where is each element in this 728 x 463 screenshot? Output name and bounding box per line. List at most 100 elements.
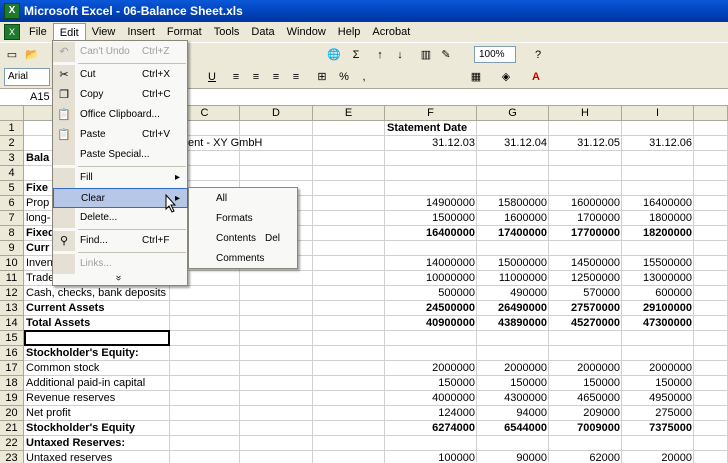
cell-value-row-19[interactable]: 4000000 xyxy=(385,391,477,406)
row-header-22[interactable]: 22 xyxy=(0,436,24,451)
column-header-h[interactable]: H xyxy=(549,106,622,121)
clear-all[interactable]: All xyxy=(189,189,297,209)
cell-value-row-13[interactable]: 29100000 xyxy=(622,301,694,316)
cell-value-row-21[interactable]: 7009000 xyxy=(549,421,622,436)
cell-label-row-17[interactable]: Common stock xyxy=(24,361,170,376)
menu-paste-special[interactable]: Paste Special... xyxy=(53,145,188,165)
underline-icon[interactable]: U xyxy=(204,69,220,85)
row-header-21[interactable]: 21 xyxy=(0,421,24,436)
menu-copy[interactable]: ❐ Copy Ctrl+C xyxy=(53,85,188,105)
workbook-icon[interactable]: X xyxy=(4,24,20,40)
cell-value-row-14[interactable]: 45270000 xyxy=(549,316,622,331)
menu-find[interactable]: ⚲ Find... Ctrl+F xyxy=(53,231,188,251)
menu-acrobat[interactable]: Acrobat xyxy=(366,23,416,41)
row-header-13[interactable]: 13 xyxy=(0,301,24,316)
cell-company[interactable]: ent - XY GmbH xyxy=(186,136,316,151)
cell-label-row-18[interactable]: Additional paid-in capital xyxy=(24,376,170,391)
cell-value-row-6[interactable]: 15800000 xyxy=(477,196,549,211)
cell-value-row-7[interactable]: 1800000 xyxy=(622,211,694,226)
cell-label-row-12[interactable]: Cash, checks, bank deposits xyxy=(24,286,170,301)
row-header-19[interactable]: 19 xyxy=(0,391,24,406)
percent-style-icon[interactable]: % xyxy=(336,69,352,85)
cell-value-row-12[interactable]: 570000 xyxy=(549,286,622,301)
cell-label-row-19[interactable]: Revenue reserves xyxy=(24,391,170,406)
cell-value-row-11[interactable]: 10000000 xyxy=(385,271,477,286)
active-cell-a15[interactable] xyxy=(24,330,170,346)
menu-office-clipboard[interactable]: 📋 Office Clipboard... xyxy=(53,105,188,125)
align-center-icon[interactable]: ≡ xyxy=(248,69,264,85)
chart-wizard-icon[interactable]: ▥ xyxy=(418,47,434,63)
cell-value-row-20[interactable]: 275000 xyxy=(622,406,694,421)
row-header-5[interactable]: 5 xyxy=(0,181,24,196)
cell-label-row-14[interactable]: Total Assets xyxy=(24,316,170,331)
cell-statement-date[interactable]: Statement Date xyxy=(385,121,477,136)
row-header-14[interactable]: 14 xyxy=(0,316,24,331)
menu-paste[interactable]: 📋 Paste Ctrl+V xyxy=(53,125,188,145)
cell-value-row-8[interactable]: 16400000 xyxy=(385,226,477,241)
cell-value-row-13[interactable]: 24500000 xyxy=(385,301,477,316)
menu-insert[interactable]: Insert xyxy=(121,23,161,41)
merge-center-icon[interactable]: ⊞ xyxy=(314,69,330,85)
cell-label-row-23[interactable]: Untaxed reserves xyxy=(24,451,170,463)
row-header-23[interactable]: 23 xyxy=(0,451,24,463)
cell-value-row-2[interactable]: 31.12.06 xyxy=(622,136,694,151)
row-header-8[interactable]: 8 xyxy=(0,226,24,241)
column-header-d[interactable]: D xyxy=(240,106,313,121)
menu-format[interactable]: Format xyxy=(161,23,208,41)
clear-formats[interactable]: Formats xyxy=(189,209,297,229)
drawing-icon[interactable]: ✎ xyxy=(438,47,454,63)
row-header-10[interactable]: 10 xyxy=(0,256,24,271)
column-header-e[interactable]: E xyxy=(313,106,385,121)
cell-label-row-21[interactable]: Stockholder's Equity xyxy=(24,421,170,436)
column-header-f[interactable]: F xyxy=(385,106,477,121)
cell-value-row-20[interactable]: 124000 xyxy=(385,406,477,421)
name-box[interactable]: A15 xyxy=(0,89,52,106)
cell-value-row-20[interactable]: 209000 xyxy=(549,406,622,421)
column-header-j[interactable] xyxy=(694,106,728,121)
borders-icon[interactable]: ▦ xyxy=(468,69,484,85)
cell-value-row-21[interactable]: 7375000 xyxy=(622,421,694,436)
cell-value-row-17[interactable]: 2000000 xyxy=(549,361,622,376)
row-header-6[interactable]: 6 xyxy=(0,196,24,211)
cell-value-row-23[interactable]: 20000 xyxy=(622,451,694,463)
cell-value-row-2[interactable]: 31.12.05 xyxy=(549,136,622,151)
zoom-select[interactable]: 100% xyxy=(474,46,516,63)
cell-label-row-22[interactable]: Untaxed Reserves: xyxy=(24,436,170,451)
row-header-7[interactable]: 7 xyxy=(0,211,24,226)
cell-value-row-21[interactable]: 6274000 xyxy=(385,421,477,436)
cell-value-row-12[interactable]: 600000 xyxy=(622,286,694,301)
cell-value-row-17[interactable]: 2000000 xyxy=(622,361,694,376)
row-header-18[interactable]: 18 xyxy=(0,376,24,391)
cell-value-row-7[interactable]: 1700000 xyxy=(549,211,622,226)
row-header-11[interactable]: 11 xyxy=(0,271,24,286)
cell-value-row-11[interactable]: 11000000 xyxy=(477,271,549,286)
cell-label-row-16[interactable]: Stockholder's Equity: xyxy=(24,346,170,361)
font-name-select[interactable]: Arial xyxy=(4,68,50,86)
menu-fill[interactable]: Fill ▸ xyxy=(53,168,188,188)
fill-color-icon[interactable]: ◈ xyxy=(498,69,514,85)
justify-icon[interactable]: ≡ xyxy=(288,69,304,85)
cell-value-row-14[interactable]: 47300000 xyxy=(622,316,694,331)
column-header-g[interactable]: G xyxy=(477,106,549,121)
menu-edit[interactable]: Edit xyxy=(52,23,86,41)
cell-value-row-14[interactable]: 43890000 xyxy=(477,316,549,331)
cell-value-row-10[interactable]: 15000000 xyxy=(477,256,549,271)
row-header-16[interactable]: 16 xyxy=(0,346,24,361)
cell-value-row-10[interactable]: 15500000 xyxy=(622,256,694,271)
sort-descending-icon[interactable]: ↓ xyxy=(392,47,408,63)
row-header-17[interactable]: 17 xyxy=(0,361,24,376)
cell-value-row-23[interactable]: 62000 xyxy=(549,451,622,463)
cell-value-row-6[interactable]: 16000000 xyxy=(549,196,622,211)
row-header-3[interactable]: 3 xyxy=(0,151,24,166)
cell-value-row-19[interactable]: 4950000 xyxy=(622,391,694,406)
cell-value-row-18[interactable]: 150000 xyxy=(477,376,549,391)
cell-value-row-13[interactable]: 26490000 xyxy=(477,301,549,316)
menu-view[interactable]: View xyxy=(86,23,122,41)
help-icon[interactable]: ? xyxy=(530,47,546,63)
select-all-corner[interactable] xyxy=(0,106,24,121)
row-header-9[interactable]: 9 xyxy=(0,241,24,256)
cell-value-row-8[interactable]: 18200000 xyxy=(622,226,694,241)
menu-help[interactable]: Help xyxy=(332,23,367,41)
cell-value-row-19[interactable]: 4650000 xyxy=(549,391,622,406)
cell-value-row-17[interactable]: 2000000 xyxy=(477,361,549,376)
